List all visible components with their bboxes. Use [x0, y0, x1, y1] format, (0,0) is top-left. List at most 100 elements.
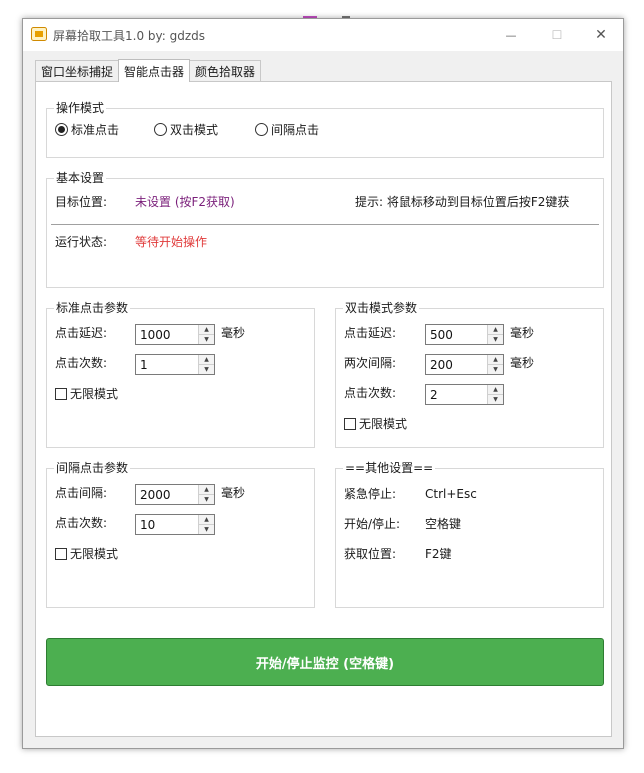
spin-down-icon[interactable]: ▼ [199, 364, 214, 374]
tab-panel-smart-clicker: 操作模式 标准点击 双击模式 间隔点击 基本设置 目标位置: 未设置 (按F2获… [35, 81, 612, 737]
tab-color-picker[interactable]: 颜色拾取器 [189, 60, 262, 82]
double-interval-label: 两次间隔: [344, 356, 397, 370]
title-bar[interactable]: 屏幕拾取工具1.0 by: gdzds — ☐ ✕ [23, 19, 623, 51]
double-interval-unit: 毫秒 [510, 356, 535, 370]
standard-delay-unit: 毫秒 [221, 326, 246, 340]
standard-count-spinbox[interactable]: ▲▼ [135, 354, 215, 375]
shortcut-value: Ctrl+Esc [425, 487, 477, 501]
double-interval-spinbox[interactable]: ▲▼ [425, 354, 504, 375]
spin-up-icon[interactable]: ▲ [199, 515, 214, 524]
radio-selected-icon [55, 123, 68, 136]
double-interval-input[interactable] [426, 355, 487, 374]
radio-label: 标准点击 [71, 123, 120, 137]
target-label: 目标位置: [55, 195, 108, 209]
spin-down-icon[interactable]: ▼ [488, 394, 503, 404]
interval-count-input[interactable] [136, 515, 198, 534]
shortcut-value: 空格键 [425, 517, 462, 531]
app-window: 屏幕拾取工具1.0 by: gdzds — ☐ ✕ 窗口坐标捕捉 智能点击器 颜… [22, 18, 624, 749]
spin-down-icon[interactable]: ▼ [199, 494, 214, 504]
maximize-button[interactable]: ☐ [534, 19, 580, 51]
tab-smart-clicker[interactable]: 智能点击器 [118, 59, 191, 82]
start-stop-button[interactable]: 开始/停止监控 (空格键) [46, 638, 604, 686]
tab-label: 智能点击器 [124, 64, 185, 79]
checkbox-label: 无限模式 [70, 547, 119, 561]
spin-down-icon[interactable]: ▼ [488, 334, 503, 344]
radio-label: 双击模式 [170, 123, 219, 137]
double-count-label: 点击次数: [344, 386, 397, 400]
window-title: 屏幕拾取工具1.0 by: gdzds [53, 29, 206, 43]
checkbox-label: 无限模式 [359, 417, 408, 431]
standard-infinite-checkbox[interactable]: 无限模式 [55, 386, 118, 402]
minimize-icon: — [505, 28, 517, 42]
minimize-button[interactable]: — [488, 19, 534, 51]
standard-params-group: 标准点击参数 点击延迟: ▲▼ 毫秒 点击次数: ▲▼ 无限模式 [46, 300, 315, 448]
spin-up-icon[interactable]: ▲ [488, 355, 503, 364]
mode-group-title: 操作模式 [54, 100, 107, 116]
standard-count-input[interactable] [136, 355, 198, 374]
double-delay-input[interactable] [426, 325, 487, 344]
shortcut-label: 开始/停止: [344, 517, 401, 531]
interval-infinite-checkbox[interactable]: 无限模式 [55, 546, 118, 562]
double-count-input[interactable] [426, 385, 487, 404]
shortcut-label: 获取位置: [344, 547, 397, 561]
other-group-title: ==其他设置== [343, 460, 436, 476]
double-infinite-checkbox[interactable]: 无限模式 [344, 416, 407, 432]
interval-count-spinbox[interactable]: ▲▼ [135, 514, 215, 535]
standard-count-label: 点击次数: [55, 356, 108, 370]
app-icon [31, 27, 47, 41]
basic-group: 基本设置 目标位置: 未设置 (按F2获取) 提示: 将鼠标移动到目标位置后按F… [46, 170, 604, 288]
basic-group-title: 基本设置 [54, 170, 107, 186]
double-count-spinbox[interactable]: ▲▼ [425, 384, 504, 405]
status-label: 运行状态: [55, 235, 108, 249]
spin-up-icon[interactable]: ▲ [199, 355, 214, 364]
double-delay-unit: 毫秒 [510, 326, 535, 340]
mode-double-radio[interactable]: 双击模式 [154, 122, 218, 138]
double-delay-spinbox[interactable]: ▲▼ [425, 324, 504, 345]
hint-text: 提示: 将鼠标移动到目标位置后按F2键获 [355, 195, 570, 209]
interval-gap-spinbox[interactable]: ▲▼ [135, 484, 215, 505]
interval-group-title: 间隔点击参数 [54, 460, 131, 476]
standard-delay-spinbox[interactable]: ▲▼ [135, 324, 215, 345]
spin-down-icon[interactable]: ▼ [488, 364, 503, 374]
tab-label: 颜色拾取器 [195, 65, 256, 79]
mode-interval-radio[interactable]: 间隔点击 [255, 122, 319, 138]
interval-gap-unit: 毫秒 [221, 486, 246, 500]
shortcut-value: F2键 [425, 547, 452, 561]
interval-gap-label: 点击间隔: [55, 486, 108, 500]
double-group-title: 双击模式参数 [343, 300, 420, 316]
double-params-group: 双击模式参数 点击延迟: ▲▼ 毫秒 两次间隔: ▲▼ 毫秒 点击次数: ▲▼ … [335, 300, 604, 448]
standard-group-title: 标准点击参数 [54, 300, 131, 316]
other-settings-group: ==其他设置== 紧急停止: Ctrl+Esc 开始/停止: 空格键 获取位置:… [335, 460, 604, 608]
mode-group: 操作模式 标准点击 双击模式 间隔点击 [46, 100, 604, 158]
radio-icon [154, 123, 167, 136]
tab-window-coords[interactable]: 窗口坐标捕捉 [35, 60, 120, 82]
checkbox-icon [344, 418, 356, 430]
close-button[interactable]: ✕ [578, 19, 624, 51]
interval-gap-input[interactable] [136, 485, 198, 504]
checkbox-icon [55, 548, 67, 560]
tab-label: 窗口坐标捕捉 [41, 65, 114, 79]
radio-icon [255, 123, 268, 136]
spin-up-icon[interactable]: ▲ [488, 385, 503, 394]
target-value: 未设置 (按F2获取) [135, 195, 235, 209]
divider [51, 224, 599, 225]
maximize-icon: ☐ [551, 28, 563, 42]
radio-label: 间隔点击 [271, 123, 320, 137]
spin-up-icon[interactable]: ▲ [488, 325, 503, 334]
spin-up-icon[interactable]: ▲ [199, 325, 214, 334]
shortcut-label: 紧急停止: [344, 487, 397, 501]
double-delay-label: 点击延迟: [344, 326, 397, 340]
spin-up-icon[interactable]: ▲ [199, 485, 214, 494]
interval-count-label: 点击次数: [55, 516, 108, 530]
close-icon: ✕ [595, 27, 607, 43]
tab-strip: 窗口坐标捕捉 智能点击器 颜色拾取器 [35, 59, 262, 82]
interval-params-group: 间隔点击参数 点击间隔: ▲▼ 毫秒 点击次数: ▲▼ 无限模式 [46, 460, 315, 608]
mode-standard-radio[interactable]: 标准点击 [55, 122, 119, 138]
status-value: 等待开始操作 [135, 235, 208, 249]
standard-delay-label: 点击延迟: [55, 326, 108, 340]
spin-down-icon[interactable]: ▼ [199, 524, 214, 534]
checkbox-icon [55, 388, 67, 400]
standard-delay-input[interactable] [136, 325, 198, 344]
checkbox-label: 无限模式 [70, 387, 119, 401]
spin-down-icon[interactable]: ▼ [199, 334, 214, 344]
